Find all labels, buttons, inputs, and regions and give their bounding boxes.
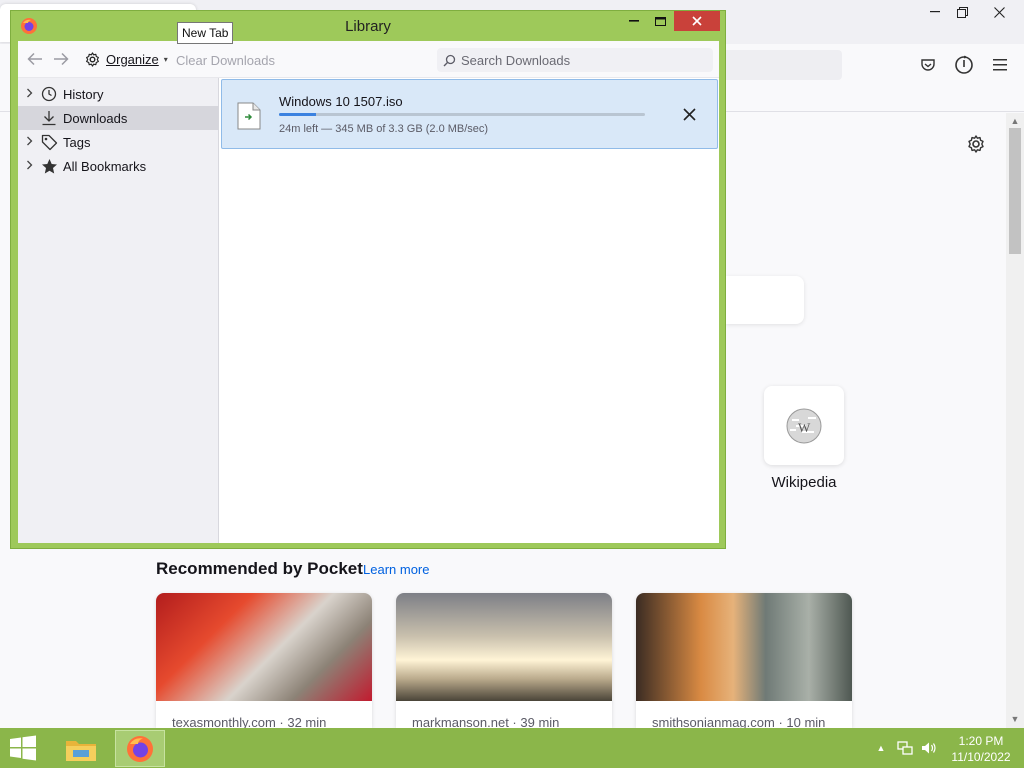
pocket-card-source: smithsonianmag.com · 10 min — [652, 715, 826, 728]
chevron-down-icon: ▾ — [163, 54, 168, 64]
svg-text:W: W — [798, 420, 811, 435]
cancel-download-button[interactable] — [678, 103, 700, 125]
gear-icon — [86, 51, 99, 67]
pocket-card-source: markmanson.net · 39 min — [412, 715, 560, 728]
maximize-icon — [654, 16, 666, 26]
close-icon — [682, 107, 696, 121]
wikipedia-shortcut-tile[interactable]: W — [764, 386, 844, 465]
download-progress-icon — [955, 55, 973, 74]
close-icon — [993, 6, 1005, 18]
sidebar-item-label: All Bookmarks — [63, 158, 147, 174]
clock-date: 11/10/2022 — [951, 750, 1011, 764]
scrollbar-thumb[interactable] — [1009, 128, 1021, 254]
clock-icon — [40, 85, 58, 103]
sidebar-item-downloads[interactable]: Downloads — [18, 106, 219, 130]
sidebar-item-tags[interactable]: Tags — [18, 130, 219, 154]
pocket-icon — [921, 59, 935, 71]
download-filename: Windows 10 1507.iso — [279, 94, 403, 109]
tag-icon — [40, 133, 58, 151]
menu-button[interactable] — [987, 52, 1013, 78]
download-progress-fill — [279, 113, 316, 116]
library-toolbar: Organize ▾ Clear Downloads — [18, 41, 719, 78]
pocket-card[interactable]: texasmonthly.com · 32 min — [156, 593, 372, 728]
pocket-card-image — [636, 593, 852, 701]
firefox-close-button[interactable] — [982, 0, 1016, 24]
sidebar-item-label: History — [63, 86, 104, 102]
learn-more-link[interactable]: Learn more — [363, 562, 429, 577]
close-icon — [692, 16, 702, 26]
volume-icon[interactable] — [920, 740, 938, 756]
pocket-button[interactable] — [915, 52, 941, 78]
clear-downloads-button[interactable]: Clear Downloads — [176, 53, 275, 68]
library-sidebar: History Downloads Tags All Bookmarks — [18, 78, 219, 543]
taskbar-file-explorer[interactable] — [56, 730, 106, 767]
taskbar-clock[interactable]: 1:20 PM 11/10/2022 — [948, 733, 1014, 765]
windows-logo-icon — [10, 735, 36, 761]
network-icon[interactable] — [896, 740, 914, 756]
expand-chevron-icon[interactable] — [26, 88, 40, 101]
firefox-restore-button[interactable] — [945, 0, 979, 24]
wikipedia-tile-label[interactable]: Wikipedia — [744, 474, 864, 491]
library-body: Organize ▾ Clear Downloads History — [18, 41, 719, 543]
organize-button[interactable]: Organize ▾ — [84, 49, 168, 69]
search-downloads-input[interactable] — [461, 52, 701, 68]
back-arrow-icon — [27, 52, 42, 66]
page-settings-button[interactable] — [965, 133, 987, 155]
search-icon — [443, 54, 456, 66]
folder-icon — [66, 740, 96, 761]
download-icon — [40, 109, 58, 127]
windows-taskbar: ▲ 1:20 PM 11/10/2022 — [0, 728, 1024, 768]
download-progress-bar — [279, 113, 645, 116]
firefox-logo-icon — [127, 735, 153, 762]
forward-arrow-icon — [54, 52, 69, 66]
wikipedia-globe-icon: W — [786, 408, 822, 443]
pocket-card-image — [156, 593, 372, 701]
back-button[interactable] — [25, 49, 45, 69]
organize-label: Organize — [106, 51, 159, 67]
download-item[interactable]: Windows 10 1507.iso 24m left — 345 MB of… — [221, 79, 718, 149]
new-tab-tooltip: New Tab — [177, 22, 234, 44]
start-button[interactable] — [8, 735, 40, 761]
taskbar-firefox[interactable] — [115, 730, 165, 767]
library-minimize-button[interactable] — [623, 11, 645, 31]
url-bar[interactable] — [720, 50, 842, 80]
expand-chevron-icon[interactable] — [26, 160, 40, 173]
sidebar-item-label: Downloads — [63, 110, 128, 126]
sidebar-item-history[interactable]: History — [18, 82, 219, 106]
library-titlebar[interactable]: Library — [11, 11, 725, 41]
pocket-card-image — [396, 593, 612, 701]
library-maximize-button[interactable] — [649, 11, 671, 31]
forward-button[interactable] — [51, 49, 71, 69]
sidebar-item-label: Tags — [63, 134, 91, 150]
minimize-icon — [930, 11, 940, 13]
pocket-card[interactable]: smithsonianmag.com · 10 min — [636, 593, 852, 728]
scroll-up-arrow[interactable]: ▲ — [1006, 114, 1024, 128]
expand-chevron-icon[interactable] — [26, 136, 40, 149]
search-card — [726, 276, 804, 324]
downloads-button[interactable] — [951, 52, 977, 78]
file-icon — [237, 102, 261, 130]
minimize-icon — [629, 20, 639, 22]
library-window: Library Organize ▾ Clear Downloads Searc… — [10, 10, 726, 549]
downloads-list: Windows 10 1507.iso 24m left — 345 MB of… — [220, 78, 719, 543]
star-icon — [40, 157, 58, 175]
hamburger-icon — [993, 59, 1007, 71]
show-hidden-icons-button[interactable]: ▲ — [874, 740, 888, 756]
search-downloads-box[interactable] — [437, 48, 713, 72]
scroll-down-arrow[interactable]: ▼ — [1006, 712, 1024, 726]
download-status: 24m left — 345 MB of 3.3 GB (2.0 MB/sec) — [279, 123, 489, 135]
gear-icon — [968, 135, 984, 153]
library-close-button[interactable] — [674, 11, 720, 31]
library-window-title: Library — [345, 18, 391, 35]
sidebar-item-all-bookmarks[interactable]: All Bookmarks — [18, 154, 219, 178]
pocket-card-source: texasmonthly.com · 32 min — [172, 715, 327, 728]
pocket-card[interactable]: markmanson.net · 39 min — [396, 593, 612, 728]
restore-icon — [956, 6, 968, 18]
clock-time: 1:20 PM — [958, 734, 1004, 748]
pocket-section-title: Recommended by Pocket — [156, 559, 363, 578]
